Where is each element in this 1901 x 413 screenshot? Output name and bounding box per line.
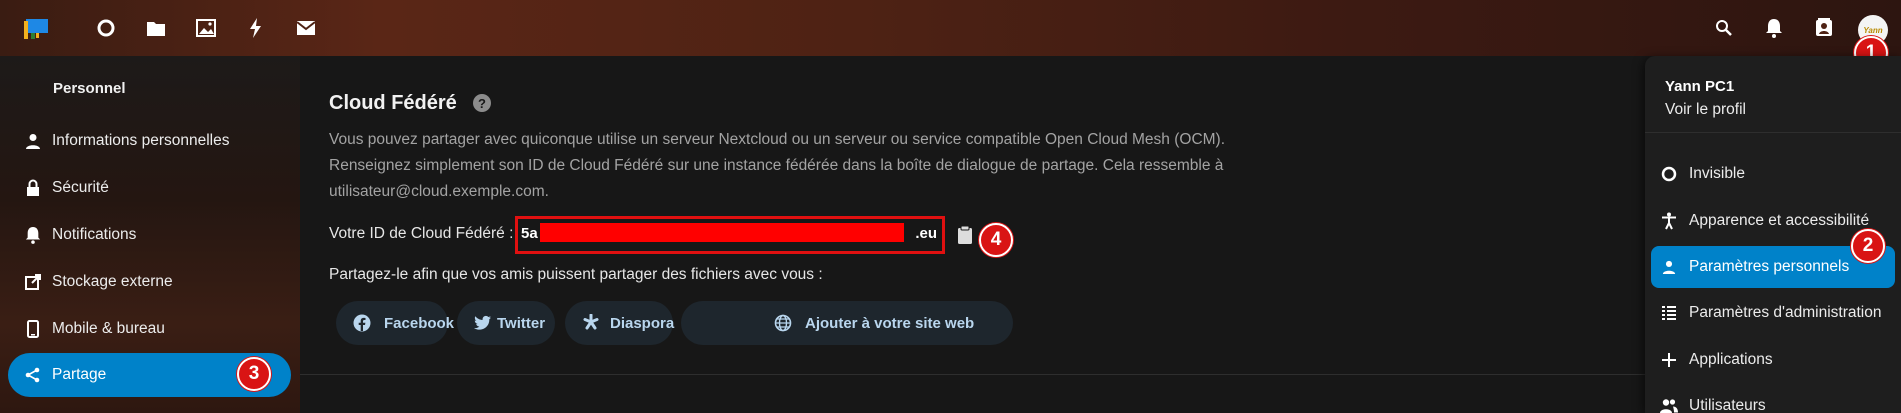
sidebar-item-external-storage[interactable]: Stockage externe — [8, 260, 291, 304]
help-icon[interactable]: ? — [473, 94, 491, 112]
menu-item-admin-settings[interactable]: Paramètres d'administration — [1651, 292, 1895, 334]
menu-item-label: Paramètres personnels — [1689, 258, 1850, 275]
nav-heading: Personnel — [53, 80, 126, 97]
view-profile-link[interactable]: Voir le profil — [1665, 101, 1746, 119]
user-menu-dropdown: Yann PC1 Voir le profil Invisible Appare… — [1645, 56, 1901, 413]
federated-id-label: Votre ID de Cloud Fédéré : — [329, 225, 514, 242]
share-button-label: Twitter — [497, 314, 546, 332]
search-icon[interactable] — [1712, 16, 1736, 40]
person-icon — [22, 130, 44, 152]
federated-id-suffix[interactable]: .eu — [915, 225, 937, 242]
status-circle-icon[interactable] — [94, 16, 118, 40]
share-button-label: Facebook — [384, 314, 455, 332]
share-add-to-website-button[interactable]: Ajouter à votre site web — [681, 301, 1013, 345]
sidebar-item-label: Partage — [52, 366, 107, 383]
federated-cloud-description: Vous pouvez partager avec quiconque util… — [329, 131, 1226, 200]
mail-icon[interactable] — [294, 16, 318, 40]
sidebar-item-security[interactable]: Sécurité — [8, 166, 291, 210]
sidebar-item-label: Informations personnelles — [52, 132, 230, 149]
accessibility-icon — [1659, 211, 1679, 231]
folder-icon[interactable] — [144, 16, 168, 40]
bell-icon — [22, 224, 44, 246]
image-icon[interactable] — [194, 16, 218, 40]
page-title: Cloud Fédéré — [329, 92, 457, 114]
menu-item-label: Utilisateurs — [1689, 397, 1766, 413]
sidebar-item-notifications[interactable]: Notifications — [8, 213, 291, 257]
status-circle-icon — [1659, 164, 1679, 184]
sidebar-item-label: Notifications — [52, 226, 137, 243]
sidebar-item-label: Mobile & bureau — [52, 320, 165, 337]
activity-bolt-icon[interactable] — [244, 16, 268, 40]
menu-item-label: Invisible — [1689, 165, 1745, 182]
share-button-label: Diaspora — [610, 314, 675, 332]
twitter-icon — [473, 313, 493, 333]
main-content: Cloud Fédéré ? Vous pouvez partager avec… — [300, 56, 1645, 413]
lock-icon — [22, 177, 44, 199]
menu-item-users[interactable]: Utilisateurs — [1651, 385, 1895, 413]
share-icon — [22, 364, 44, 386]
sidebar-item-personal-info[interactable]: Informations personnelles — [8, 119, 291, 163]
facebook-icon — [352, 313, 372, 333]
redaction-bar — [540, 223, 904, 242]
share-prompt-text: Partagez-le afin que vos amis puissent p… — [329, 266, 823, 283]
share-twitter-button[interactable]: Twitter — [457, 301, 555, 345]
menu-item-label: Paramètres d'administration — [1689, 304, 1882, 321]
diaspora-icon — [581, 313, 601, 333]
share-diaspora-button[interactable]: Diaspora — [565, 301, 675, 345]
federated-id-prefix[interactable]: 5a — [521, 225, 538, 242]
annotation-badge-4: 4 — [979, 223, 1013, 257]
section-divider — [300, 374, 1645, 375]
share-button-label: Ajouter à votre site web — [805, 314, 975, 332]
settings-sidebar: Personnel Informations personnelles Sécu… — [0, 56, 300, 413]
menu-divider — [1645, 132, 1901, 133]
sidebar-item-label: Sécurité — [52, 179, 109, 196]
external-link-icon — [22, 271, 44, 293]
annotation-badge-2: 2 — [1851, 229, 1885, 263]
admin-list-icon — [1659, 303, 1679, 323]
nextcloud-folder-logo-icon[interactable] — [22, 16, 52, 42]
federated-id-highlight: 5a .eu — [515, 216, 945, 254]
plus-icon — [1659, 350, 1679, 370]
globe-icon — [773, 313, 793, 333]
person-icon — [1659, 257, 1679, 277]
top-header: Yann 1 — [0, 0, 1901, 70]
annotation-badge-3: 3 — [237, 357, 271, 391]
clipboard-copy-icon[interactable] — [955, 224, 975, 246]
user-display-name: Yann PC1 — [1665, 78, 1735, 95]
phone-icon — [22, 318, 44, 340]
sidebar-item-label: Stockage externe — [52, 273, 173, 290]
menu-item-label: Apparence et accessibilité — [1689, 212, 1870, 229]
contacts-icon[interactable] — [1812, 16, 1836, 40]
share-facebook-button[interactable]: Facebook — [336, 301, 454, 345]
menu-item-status-invisible[interactable]: Invisible — [1651, 153, 1895, 195]
menu-item-applications[interactable]: Applications — [1651, 339, 1895, 381]
users-icon — [1659, 396, 1679, 413]
menu-item-label: Applications — [1689, 351, 1773, 368]
sidebar-item-mobile-desktop[interactable]: Mobile & bureau — [8, 307, 291, 351]
bell-icon[interactable] — [1762, 16, 1786, 40]
